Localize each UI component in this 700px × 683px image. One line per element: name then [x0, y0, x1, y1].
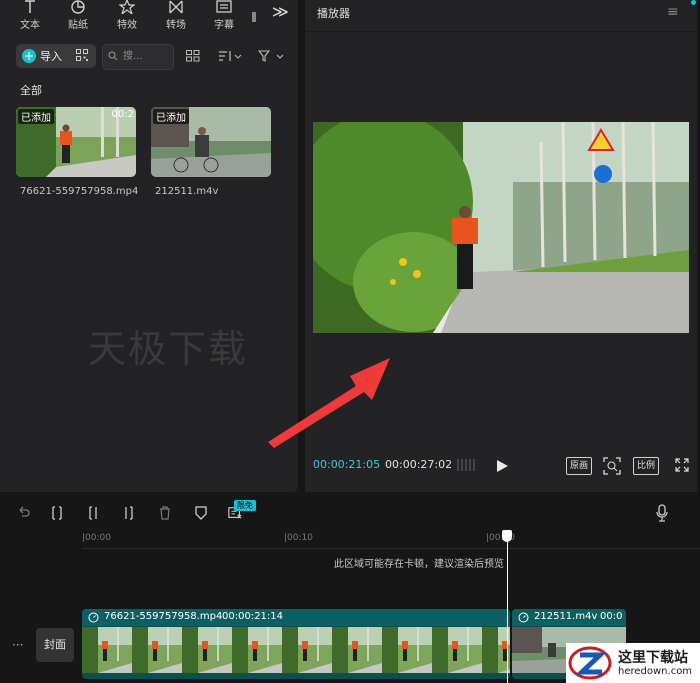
zoom-fit-icon[interactable] — [603, 457, 621, 475]
filter-icon[interactable] — [258, 50, 284, 62]
tab-text[interactable]: 文本 — [12, 0, 48, 31]
clip-filmstrip — [82, 627, 510, 673]
ruler-tick: |00:10 — [284, 533, 313, 543]
media-clip-thumbnail[interactable]: 已添加 — [151, 107, 271, 177]
player-title: 播放器 — [317, 7, 350, 20]
media-panel: 文本 贴纸 特效 转场 字幕 ≫ + 导入 全部 — [0, 0, 298, 492]
watermark-text: 天极下载 — [88, 327, 249, 371]
play-icon[interactable] — [495, 459, 509, 473]
tab-label: 转场 — [166, 20, 186, 31]
clip-duration: 00:0 — [600, 611, 623, 622]
trim-left-icon[interactable] — [86, 506, 100, 520]
track-options-icon[interactable]: ··· — [12, 638, 23, 652]
search-input[interactable] — [123, 49, 169, 63]
microphone-icon[interactable] — [656, 504, 668, 522]
free-badge: 限免 — [234, 500, 256, 511]
notification-dot — [691, 0, 696, 5]
cover-button[interactable]: 封面 — [36, 628, 74, 662]
aspect-ratio-button[interactable]: 比例 — [633, 457, 659, 475]
all-media-label: 全部 — [20, 84, 42, 97]
tab-effects[interactable]: 特效 — [109, 0, 145, 31]
tab-label: 贴纸 — [68, 20, 88, 31]
tab-label: 特效 — [117, 20, 137, 31]
sort-icon[interactable] — [218, 50, 242, 62]
transition-icon — [169, 0, 183, 14]
import-label: 导入 — [40, 50, 62, 63]
text-icon — [25, 0, 35, 13]
tab-label: 字幕 — [214, 20, 234, 31]
timeline-toolbar — [0, 498, 700, 530]
trim-right-icon[interactable] — [122, 506, 136, 520]
tabs-more-button[interactable]: ≫ — [272, 2, 289, 21]
grid-view-icon[interactable] — [186, 50, 200, 62]
import-button[interactable]: + 导入 — [16, 44, 96, 68]
split-icon[interactable] — [50, 506, 64, 520]
search-icon — [108, 51, 118, 61]
fullscreen-icon[interactable] — [675, 458, 689, 472]
tab-sticker[interactable]: 贴纸 — [60, 0, 96, 31]
video-frame-image — [313, 122, 689, 333]
frame-grid-icon[interactable] — [457, 459, 477, 471]
current-time: 00:00:21:05 — [313, 458, 381, 471]
added-badge: 已添加 — [18, 109, 54, 124]
marker-icon[interactable] — [194, 506, 208, 520]
speed-icon — [88, 612, 99, 623]
tab-transition[interactable]: 转场 — [158, 0, 194, 31]
delete-icon[interactable] — [158, 506, 172, 520]
effects-icon — [119, 0, 135, 14]
divider — [305, 31, 697, 32]
playhead-line[interactable] — [507, 533, 508, 683]
tab-subtitle[interactable]: 字幕 — [206, 0, 242, 31]
plus-icon: + — [22, 49, 36, 63]
clip-header: 76621-559757958.mp4 00:00:21:14 — [82, 609, 510, 626]
sticker-icon — [71, 0, 85, 14]
clip-name: 212511.m4v — [534, 611, 598, 622]
clip-duration: 00:2 — [111, 109, 134, 120]
site-name: 这里下载站 — [618, 650, 688, 666]
render-hint: 此区域可能存在卡顿，建议渲染后预览 — [334, 559, 504, 570]
clip-name: 76621-559757958.mp4 — [104, 611, 223, 622]
clip-filename: 212511.m4v — [155, 186, 219, 197]
qr-code-icon[interactable] — [76, 49, 88, 61]
ruler-tick: |00:00 — [82, 533, 111, 543]
speed-icon — [518, 612, 529, 623]
added-badge: 已添加 — [153, 109, 189, 124]
video-preview[interactable] — [313, 122, 689, 333]
tab-overflow-marker — [252, 12, 256, 22]
clip-duration: 00:00:21:14 — [222, 611, 284, 622]
total-time: 00:00:27:02 — [385, 458, 453, 471]
site-domain: heredown.com — [618, 666, 693, 677]
search-field[interactable] — [102, 44, 174, 70]
clip-filename: 76621-559757958.mp4 — [20, 186, 139, 197]
timeline-clip[interactable]: 76621-559757958.mp4 00:00:21:14 — [82, 609, 510, 679]
menu-icon[interactable]: ≡ — [667, 4, 679, 20]
site-logo-icon — [568, 646, 612, 680]
subtitle-icon — [216, 0, 232, 13]
site-logo: 这里下载站 heredown.com — [566, 643, 700, 683]
annotation-arrow-icon — [268, 358, 390, 448]
undo-icon[interactable] — [16, 506, 30, 520]
media-clip-thumbnail[interactable]: 已添加 00:2 — [16, 107, 136, 177]
top-tab-bar: 文本 贴纸 特效 转场 字幕 ≫ — [0, 0, 298, 34]
clip-header: 212511.m4v 00:0 — [512, 609, 626, 626]
playhead-handle[interactable] — [502, 530, 512, 542]
timeline-ruler[interactable]: |00:00 |00:10 |00:20 — [82, 530, 700, 549]
tab-label: 文本 — [20, 20, 40, 31]
original-quality-button[interactable]: 原画 — [566, 457, 592, 475]
